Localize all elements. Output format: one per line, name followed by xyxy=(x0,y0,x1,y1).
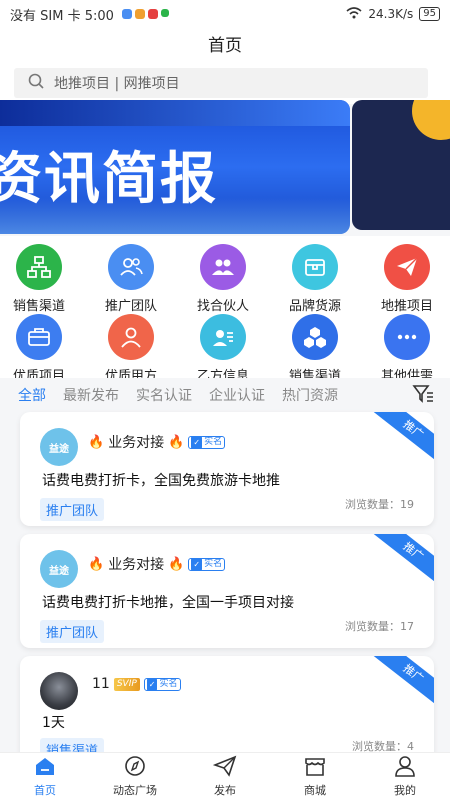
nav-publish[interactable]: 发布 xyxy=(180,753,270,800)
more-icon xyxy=(384,314,430,360)
user-icon xyxy=(393,755,417,780)
post-header: 🔥 业务对接 🔥 ✓ 实名 xyxy=(88,432,226,452)
avatar[interactable] xyxy=(40,672,78,710)
search-icon xyxy=(28,73,44,93)
shield-icon: ✓ xyxy=(191,557,203,571)
nav-shop[interactable]: 商城 xyxy=(270,753,360,800)
verified-badge: ✓ 实名 xyxy=(188,557,226,571)
post-header: 🔥 业务对接 🔥 ✓ 实名 xyxy=(88,554,226,574)
view-count: 浏览数量：17 xyxy=(345,620,414,633)
post-header: 11 SVIP ✓ 实名 xyxy=(92,676,181,692)
contact-icon xyxy=(200,314,246,360)
fire-icon: 🔥 xyxy=(88,434,105,450)
grid-item-sales-channel-2[interactable]: 销售渠道 xyxy=(270,314,360,384)
fire-icon: 🔥 xyxy=(168,556,185,572)
promo-ribbon: 推广 xyxy=(371,412,434,466)
grid-item-find-partner[interactable]: 找合伙人 xyxy=(178,244,268,314)
post-card[interactable]: 推广 益途 🔥 业务对接 🔥 ✓ 实名 话费电费打折卡地推，全国一手项目对接 推广… xyxy=(20,534,434,648)
category-grid: 销售渠道 推广团队 找合伙人 品牌货源 地推项目 优质项目 优质甲方 乙方信息 … xyxy=(0,236,450,384)
search-placeholder: 地推项目 | 网推项目 xyxy=(54,76,180,92)
promo-ribbon: 推广 xyxy=(371,656,434,710)
banner-title: 资讯简报 xyxy=(0,147,218,212)
network-icon xyxy=(16,244,62,290)
wifi-icon xyxy=(346,6,362,22)
search-input[interactable]: 地推项目 | 网推项目 xyxy=(14,68,428,98)
box-icon xyxy=(292,244,338,290)
paper-plane-icon xyxy=(384,244,430,290)
post-content: 1天 xyxy=(42,715,65,731)
grid-item-promo-team[interactable]: 推广团队 xyxy=(86,244,176,314)
fire-icon: 🔥 xyxy=(88,556,105,572)
shield-icon: ✓ xyxy=(191,435,203,449)
grid-item-other-supply[interactable]: 其他供需 xyxy=(362,314,450,384)
post-card[interactable]: 推广 11 SVIP ✓实名 1天 销售渠道 浏览数量：4 xyxy=(20,656,434,766)
grid-item-quality-client[interactable]: 优质甲方 xyxy=(86,314,176,384)
briefcase-icon xyxy=(16,314,62,360)
verified-badge: ✓ 实名 xyxy=(188,435,226,449)
grid-item-quality-project[interactable]: 优质项目 xyxy=(0,314,84,384)
tab-verified[interactable]: 实名认证 xyxy=(136,385,192,405)
tab-enterprise[interactable]: 企业认证 xyxy=(209,385,265,405)
shield-icon: ✓ xyxy=(146,677,158,691)
partner-icon xyxy=(200,244,246,290)
carrier-time: 没有 SIM 卡 5:00 xyxy=(10,8,114,24)
filter-tabs: 全部 最新发布 实名认证 企业认证 热门资源 xyxy=(0,378,450,412)
grid-item-ground-promo[interactable]: 地推项目 xyxy=(362,244,450,314)
post-author: 业务对接 xyxy=(108,557,165,573)
avatar[interactable]: 益途 xyxy=(40,550,78,588)
bottom-navigation: 首页 动态广场 发布 商城 我的 xyxy=(0,752,450,800)
fire-icon: 🔥 xyxy=(168,434,185,450)
group-icon xyxy=(108,244,154,290)
filter-icon[interactable] xyxy=(412,384,434,408)
compass-icon xyxy=(123,755,147,780)
person-icon xyxy=(108,314,154,360)
nav-square[interactable]: 动态广场 xyxy=(90,753,180,800)
search-bar-container: 地推项目 | 网推项目 xyxy=(0,64,450,104)
shop-icon xyxy=(303,755,327,780)
status-bar: 没有 SIM 卡 5:00 24.3K/s 95 xyxy=(0,0,450,28)
banner-carousel[interactable]: 资讯简报 xyxy=(0,100,350,234)
nav-home[interactable]: 首页 xyxy=(0,753,90,800)
battery-icon: 95 xyxy=(419,7,440,21)
post-content: 话费电费打折卡地推，全国一手项目对接 xyxy=(42,595,294,611)
grid-item-brand-supply[interactable]: 品牌货源 xyxy=(270,244,360,314)
sun-decoration xyxy=(412,100,450,140)
send-icon xyxy=(212,755,237,780)
page-title: 首页 xyxy=(0,28,450,64)
post-author: 业务对接 xyxy=(108,435,165,451)
category-tag[interactable]: 推广团队 xyxy=(40,498,105,521)
notification-icons xyxy=(121,9,169,19)
verified-badge: ✓ 实名 xyxy=(143,677,181,691)
avatar[interactable]: 益途 xyxy=(40,428,78,466)
tab-hot[interactable]: 热门资源 xyxy=(282,385,338,405)
banner-next-slide[interactable] xyxy=(352,100,450,230)
promo-ribbon: 推广 xyxy=(371,534,434,588)
app-screen: 没有 SIM 卡 5:00 24.3K/s 95 首页 地推项目 | 网推项目 … xyxy=(0,0,450,800)
grid-item-sales-channel[interactable]: 销售渠道 xyxy=(0,244,84,314)
category-tag[interactable]: 推广团队 xyxy=(40,620,105,643)
post-author: 11 xyxy=(92,676,110,692)
nav-profile[interactable]: 我的 xyxy=(360,753,450,800)
grid-item-party-b-info[interactable]: 乙方信息 xyxy=(178,314,268,384)
svip-badge: SVIP xyxy=(113,677,140,691)
tab-all[interactable]: 全部 xyxy=(18,385,46,405)
view-count: 浏览数量：19 xyxy=(345,498,414,511)
cubes-icon xyxy=(292,314,338,360)
post-card[interactable]: 推广 益途 🔥 业务对接 🔥 ✓ 实名 话费电费打折卡，全国免费旅游卡地推 推广团… xyxy=(20,412,434,526)
home-icon xyxy=(33,755,57,780)
post-content: 话费电费打折卡，全国免费旅游卡地推 xyxy=(42,473,280,489)
tab-latest[interactable]: 最新发布 xyxy=(63,385,119,405)
network-speed: 24.3K/s xyxy=(368,7,414,21)
